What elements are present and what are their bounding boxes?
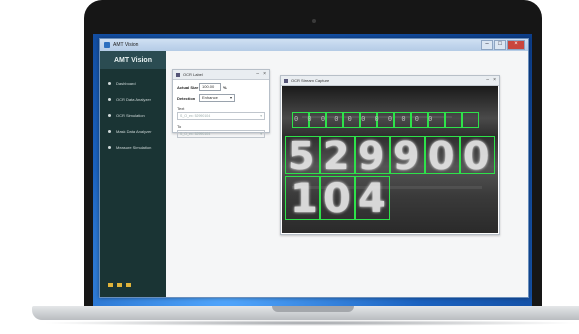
detection-label: Detection (177, 95, 196, 101)
panel-close-icon[interactable]: × (263, 71, 266, 77)
digit-char: 9 (393, 134, 420, 178)
detection-select[interactable]: Enhance ▾ (199, 94, 235, 102)
sidebar-item-ocr-data-analyzer[interactable]: OCR Data Analyzer (100, 91, 166, 107)
ocr-capture-image: 00000000000 5 2 9 9 0 0 1 0 4 (282, 86, 498, 233)
app-icon (104, 42, 110, 48)
panel-icon (284, 78, 288, 83)
panel-title: OCR Label (183, 72, 203, 77)
sidebar-item-label: OCR Data Analyzer (116, 96, 151, 102)
digit-char: 1 (290, 176, 318, 222)
panel-icon (176, 72, 180, 77)
status-indicator-icon (126, 283, 131, 287)
dropdown-icon: ▾ (260, 114, 262, 118)
sidebar-footer (108, 283, 131, 287)
maximize-button[interactable]: □ (494, 40, 506, 50)
panel-minimize-icon[interactable]: – (256, 71, 259, 77)
minimize-button[interactable]: – (481, 40, 493, 50)
status-indicator-icon (117, 283, 122, 287)
dropdown-icon: ▾ (260, 132, 262, 136)
panel-minimize-icon[interactable]: – (486, 77, 489, 83)
main-content: OCR Label – × Actual Size 100.00 % Detec… (166, 51, 528, 297)
window-controls: – □ × (481, 40, 525, 50)
analyzer-icon (108, 97, 111, 101)
ocr-label-panel: OCR Label – × Actual Size 100.00 % Detec… (172, 69, 270, 138)
sidebar-item-label: Dashboard (116, 80, 136, 86)
laptop-shadow (40, 320, 579, 326)
to-label: To (177, 124, 182, 129)
digit-char: 0 (323, 176, 351, 222)
dashboard-icon (108, 81, 111, 85)
ocr-stream-panel: OCR Stream Capture – × 00000000000 5 2 9… (280, 75, 500, 235)
detection-value: Enhance (202, 95, 218, 100)
text-input[interactable]: S_O_ex: 52990104 ▾ (177, 112, 265, 120)
text-label: Text (177, 106, 185, 111)
char-box (462, 112, 479, 128)
digit-char: 0 (428, 134, 455, 178)
chevron-down-icon: ▾ (229, 95, 232, 100)
app-window: AMT Vision – □ × AMT Vision Dashboard OC… (99, 38, 529, 298)
close-button[interactable]: × (507, 40, 525, 50)
panel-header[interactable]: OCR Stream Capture – × (281, 76, 499, 86)
panel-title: OCR Stream Capture (291, 78, 330, 83)
sidebar-item-measure-simulation[interactable]: Measure Simulation (100, 139, 166, 155)
sidebar-item-label: Mask Data Analyzer (116, 128, 152, 134)
measure-icon (108, 145, 111, 149)
digit-char: 5 (288, 134, 315, 178)
camera-icon (312, 19, 316, 23)
window-title: AMT Vision (113, 42, 139, 48)
actual-size-input[interactable]: 100.00 (199, 83, 221, 91)
sidebar-item-dashboard[interactable]: Dashboard (100, 75, 166, 91)
sidebar: AMT Vision Dashboard OCR Data Analyzer O… (100, 51, 166, 297)
sidebar-item-ocr-simulation[interactable]: OCR Simulation (100, 107, 166, 123)
actual-size-label: Actual Size (177, 84, 199, 90)
actual-size-row: Actual Size 100.00 % (177, 83, 265, 91)
text-placeholder: S_O_ex: 52990104 (180, 114, 211, 118)
mask-icon (108, 129, 111, 133)
to-placeholder: S_O_ex: 52990104 (180, 132, 211, 136)
laptop-notch (272, 306, 354, 312)
to-input[interactable]: S_O_ex: 52990104 ▾ (177, 130, 265, 138)
panel-close-icon[interactable]: × (493, 77, 496, 83)
panel-header[interactable]: OCR Label – × (173, 70, 269, 80)
char-box (445, 112, 462, 128)
status-indicator-icon (108, 283, 113, 287)
digit-char: 4 (358, 176, 386, 222)
sidebar-item-label: Measure Simulation (116, 144, 152, 150)
sidebar-item-mask-data-analyzer[interactable]: Mask Data Analyzer (100, 123, 166, 139)
window-titlebar[interactable]: AMT Vision – □ × (100, 39, 528, 51)
digit-char: 9 (358, 134, 385, 178)
digit-char: 0 (463, 134, 490, 178)
actual-size-unit: % (223, 84, 227, 90)
simulation-icon (108, 113, 111, 117)
digit-char: 2 (323, 134, 350, 178)
brand-logo: AMT Vision (100, 51, 166, 69)
detection-row: Detection Enhance ▾ (177, 94, 265, 102)
top-char-text: 00000000000 (294, 115, 442, 123)
laptop-screen: AMT Vision – □ × AMT Vision Dashboard OC… (93, 34, 532, 306)
sidebar-item-label: OCR Simulation (116, 112, 145, 118)
